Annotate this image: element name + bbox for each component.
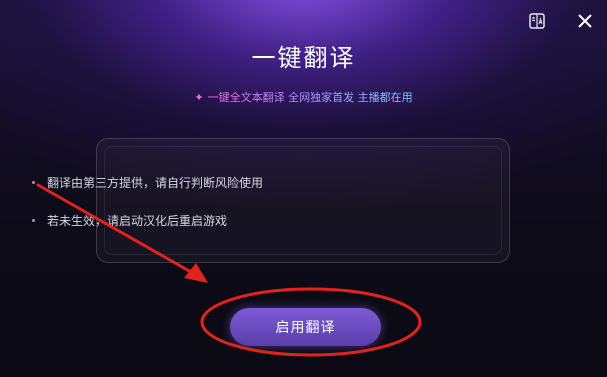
translate-book-icon[interactable] <box>528 12 546 30</box>
sparkle-icon: ✦ <box>194 91 204 104</box>
bullet-dot <box>32 181 35 184</box>
dialog-title: 一键翻译 <box>251 44 356 72</box>
enable-translation-button[interactable]: 启用翻译 <box>230 308 381 346</box>
notice-panel-inner <box>104 146 502 255</box>
subtitle-text: 一键全文本翻译 全网独家首发 主播都在用 <box>207 91 413 104</box>
notice-item-text: 若未生效，请启动汉化后重启游戏 <box>47 214 228 228</box>
close-icon[interactable] <box>576 12 594 30</box>
notice-panel <box>96 138 510 263</box>
translate-dialog: 一键翻译 ✦ 一键全文本翻译 全网独家首发 主播都在用 翻译由第三方提供，请自行判… <box>0 0 607 377</box>
annotation-arrow-head <box>184 263 208 283</box>
bullet-dot <box>32 219 35 222</box>
notice-item-text: 翻译由第三方提供，请自行判断风险使用 <box>47 176 264 190</box>
dialog-subtitle: ✦ 一键全文本翻译 全网独家首发 主播都在用 <box>0 89 607 105</box>
notice-item: 翻译由第三方提供，请自行判断风险使用 <box>32 174 263 191</box>
notice-item: 若未生效，请启动汉化后重启游戏 <box>32 212 227 229</box>
